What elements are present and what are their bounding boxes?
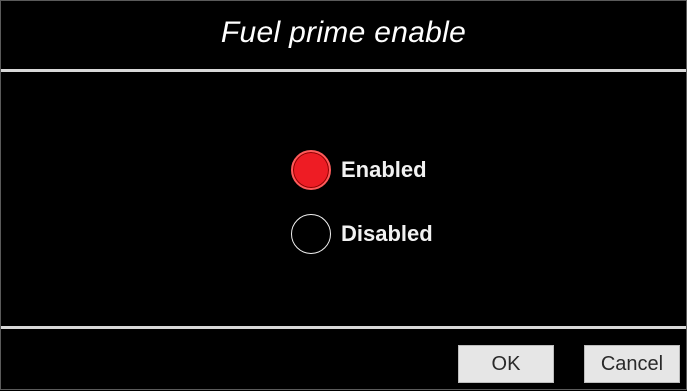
radio-label-disabled: Disabled (341, 221, 433, 246)
dialog-title-bar: Fuel prime enable (1, 1, 686, 71)
radio-selected-icon[interactable] (291, 150, 331, 190)
ok-button[interactable]: OK (458, 345, 554, 383)
title-divider (1, 69, 686, 72)
radio-label-enabled: Enabled (341, 157, 427, 182)
radio-group: Enabled Disabled (291, 148, 433, 276)
radio-unselected-icon[interactable] (291, 214, 331, 254)
radio-option-disabled[interactable]: Disabled (291, 212, 433, 256)
fuel-prime-dialog: Fuel prime enable Enabled Disabled OK Ca… (0, 0, 687, 390)
dialog-footer: OK Cancel (1, 329, 686, 391)
radio-option-enabled[interactable]: Enabled (291, 148, 433, 192)
dialog-title: Fuel prime enable (220, 16, 467, 49)
cancel-button[interactable]: Cancel (584, 345, 680, 383)
